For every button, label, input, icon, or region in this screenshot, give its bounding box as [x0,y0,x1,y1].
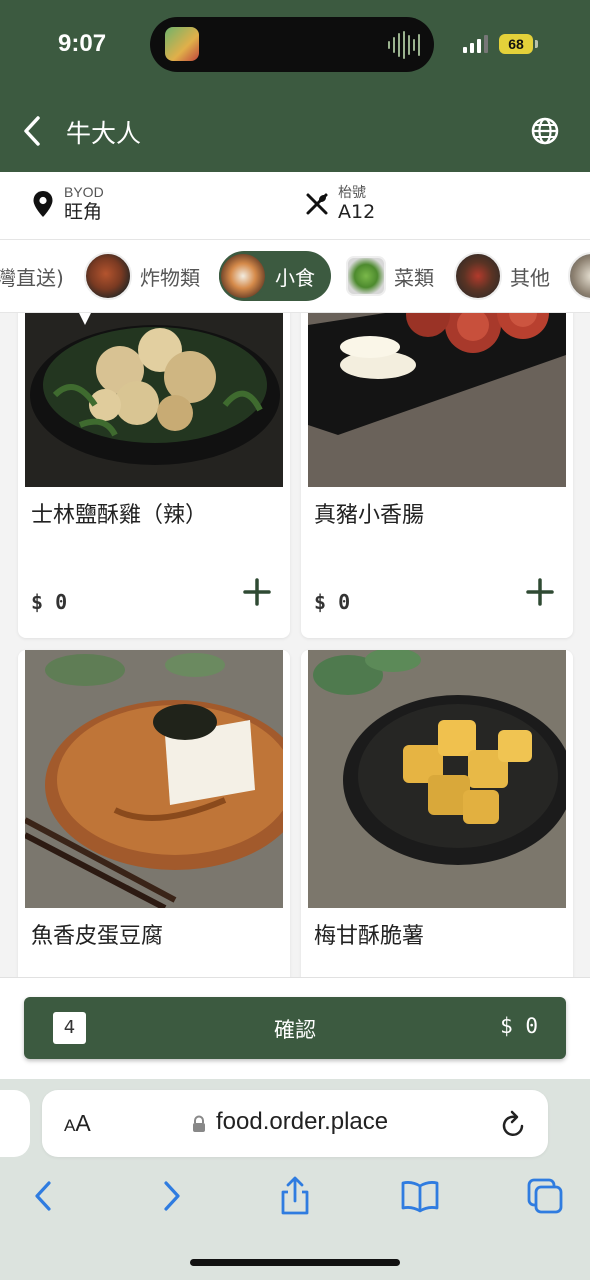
product-name: 魚香皮蛋豆腐 [31,924,164,949]
location-value: 旺角 [64,201,103,223]
location-label: BYOD [64,184,104,200]
plus-icon [526,578,554,606]
category-tab-fried[interactable]: 炸物類 [84,251,200,301]
order-bar: 4 確認 $ 0 [0,977,590,1079]
category-label: 菜類 [394,265,434,290]
category-tabs: 灣直送) 炸物類 小食 菜類 其他 [0,240,590,313]
product-grid: 士林鹽酥雞（辣） $ 0 真豬小香腸 $ 0 魚香皮蛋豆腐 梅甘酥脆薯 [0,313,590,977]
battery-tip [535,40,538,48]
category-label: 其他 [510,265,550,290]
order-total: $ 0 [500,1014,538,1038]
url-text: food.order.place [216,1108,389,1135]
battery-icon: 68 [499,34,533,54]
table-value: A12 [338,201,376,223]
page-title: 牛大人 [66,119,142,148]
product-image [25,313,283,487]
reload-button[interactable] [500,1109,528,1139]
reader-settings-button[interactable]: AA [64,1110,91,1137]
cellular-signal-icon [463,35,489,53]
category-tab-partial[interactable] [568,251,590,301]
book-icon [401,1181,439,1213]
chevron-left-icon [24,116,40,146]
category-label: 炸物類 [140,265,200,290]
category-tab-taiwan[interactable]: 灣直送) [0,251,64,301]
utensils-icon [304,189,330,219]
chevron-left-icon [35,1181,51,1211]
category-thumb [568,252,590,300]
category-thumb [219,252,267,300]
share-button[interactable] [273,1174,317,1218]
product-image [308,313,566,487]
bookmarks-button[interactable] [398,1174,442,1218]
category-label: 灣直送) [0,265,64,290]
tabs-button[interactable] [523,1174,567,1218]
order-info-row: BYOD 旺角 枱號 A12 [0,172,590,240]
category-tab-other[interactable]: 其他 [454,251,550,301]
category-thumb [454,252,502,300]
add-to-cart-button[interactable] [525,577,555,607]
category-tab-vegetables[interactable]: 菜類 [346,251,434,301]
address-bar[interactable]: AA food.order.place [42,1090,548,1157]
lock-icon [192,1115,206,1133]
reload-icon [502,1110,524,1136]
location-info: BYOD 旺角 [30,184,104,224]
home-indicator [190,1259,400,1266]
tabs-icon [527,1178,563,1214]
app-header: 9:07 68 牛大人 [0,0,590,172]
category-tab-snacks[interactable]: 小食 [219,251,331,301]
product-image [308,650,573,908]
product-card[interactable]: 士林鹽酥雞（辣） $ 0 [18,313,290,638]
product-card[interactable]: 魚香皮蛋豆腐 [18,650,290,977]
product-name: 梅甘酥脆薯 [314,924,425,949]
aa-small: A [64,1116,76,1135]
product-card[interactable]: 真豬小香腸 $ 0 [301,313,573,638]
aa-big: A [75,1110,91,1136]
browser-back-button[interactable] [22,1174,66,1218]
back-button[interactable] [16,112,50,150]
product-card[interactable]: 梅甘酥脆薯 [301,650,573,977]
confirm-label: 確認 [274,1018,316,1042]
dynamic-island [150,17,434,72]
share-icon [281,1176,309,1215]
product-price: $ 0 [314,590,351,614]
add-to-cart-button[interactable] [242,577,272,607]
category-thumb [84,252,132,300]
table-label: 枱號 [338,184,366,200]
browser-forward-button[interactable] [149,1174,193,1218]
confirm-order-button[interactable]: 4 確認 $ 0 [24,997,566,1059]
product-image [23,650,290,911]
product-name: 真豬小香腸 [314,503,425,528]
location-pin-icon [30,189,56,219]
product-price: $ 0 [31,590,68,614]
category-thumb [346,256,386,296]
plus-icon [243,578,271,606]
live-activity-app-icon [165,27,199,61]
table-info: 枱號 A12 [304,184,375,224]
chevron-right-icon [164,1181,180,1211]
globe-icon [531,117,559,145]
audio-wave-icon [388,31,420,59]
status-time: 9:07 [58,30,107,57]
category-label: 小食 [275,265,315,290]
previous-tab-peek[interactable] [0,1090,30,1157]
product-name: 士林鹽酥雞（辣） [31,503,208,528]
language-button[interactable] [530,116,560,146]
